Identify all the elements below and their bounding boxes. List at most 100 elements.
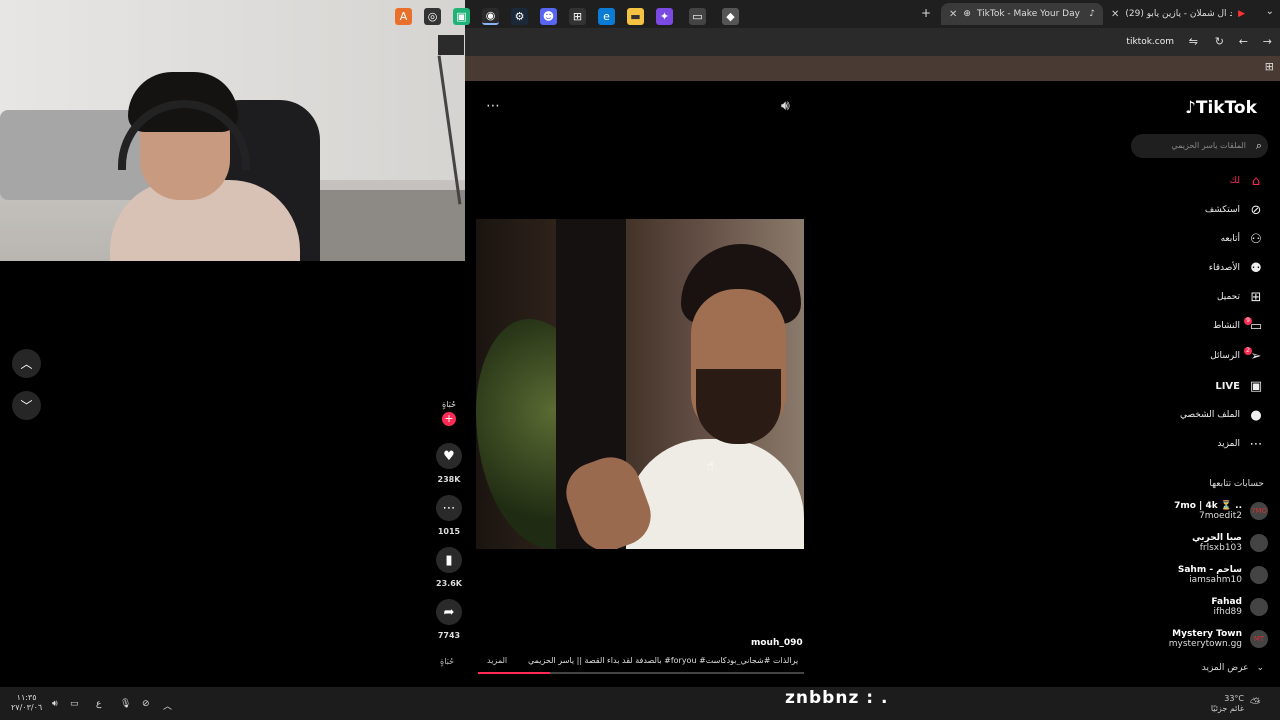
youtube-favicon-icon: ▶ <box>1238 9 1245 19</box>
muted-icon[interactable]: ⊘ <box>142 699 150 709</box>
following-title: حسابات تتابعها <box>1209 479 1264 489</box>
avatar[interactable] <box>1250 598 1268 616</box>
chevron-down-icon: ⌄ <box>1256 663 1264 673</box>
follow-plus-icon[interactable]: + <box>442 412 456 426</box>
video-username[interactable]: mouh_090 <box>751 638 803 648</box>
edge-icon[interactable]: e <box>598 8 615 25</box>
avatar[interactable]: 7MO <box>1250 502 1268 520</box>
sidebar-item-1[interactable]: استكشف ⊘ <box>1205 200 1264 220</box>
following-account[interactable]: صبا الحربي frlsxb103 <box>1192 533 1268 553</box>
app-icon-3[interactable]: ▣ <box>453 8 470 25</box>
back-icon[interactable]: ← <box>1239 35 1248 48</box>
following-account[interactable]: 7mo | 4k ⏳ .. 7moedit2 7MO <box>1174 501 1268 521</box>
following-account[interactable]: Sahm - ساحم iamsahm10 <box>1178 565 1268 585</box>
sidebar-item-6[interactable]: الرسائل ➢ 2 <box>1210 346 1264 366</box>
share-count: 7743 <box>437 631 461 640</box>
more-options-icon[interactable]: ⋯ <box>486 98 500 114</box>
sidebar-item-5[interactable]: النشاط ▭ 9 <box>1213 316 1264 336</box>
share-icon[interactable]: ➦ <box>436 599 462 625</box>
account-name: Fahad <box>1211 597 1242 607</box>
sidebar-item-label: أتابعه <box>1220 234 1240 244</box>
next-video-button[interactable]: ﹀ <box>12 391 41 420</box>
app-icon-1[interactable]: A <box>395 8 412 25</box>
comment-icon[interactable]: ⋯ <box>436 495 462 521</box>
sidebar-item-3[interactable]: الأصدقاء ⚉ <box>1209 258 1264 278</box>
following-account[interactable]: Mystery Town mysterytown.gg MT <box>1169 629 1268 649</box>
app-window-icon[interactable]: ▭ <box>689 8 706 25</box>
site-settings-icon[interactable]: ⇋ <box>1189 35 1198 48</box>
following-account[interactable]: Fahad ifhd89 <box>1211 597 1268 617</box>
sidebar-item-4[interactable]: تحميل ⊞ <box>1217 287 1264 307</box>
speaker-icon[interactable]: 🔊︎ <box>52 699 58 709</box>
search-icon[interactable]: ⌕ <box>1256 134 1262 158</box>
music-label[interactable]: حُبَاةٍ <box>440 657 454 666</box>
sidebar-icon: ⚉ <box>1250 260 1262 276</box>
weather-widget[interactable]: 33°C غائم جزئيًا <box>1211 694 1244 714</box>
previous-video-button[interactable]: ︿ <box>12 349 41 378</box>
logo-text: TikTok <box>1195 98 1257 118</box>
tab-list-chevron-icon[interactable]: ⌄ <box>1266 6 1274 17</box>
avatar[interactable] <box>1250 566 1268 584</box>
author-avatar[interactable]: حُبَاةٍ + <box>436 400 462 426</box>
comment-count: 1015 <box>437 527 461 536</box>
close-icon[interactable]: ✕ <box>949 9 957 20</box>
sidebar-icon: ⊘ <box>1250 202 1262 218</box>
tab-youtube[interactable]: ✕ (29) احمد ال شملان - يازين يابو ▶ <box>1103 3 1253 25</box>
tiktok-logo[interactable]: ♪TikTok <box>1185 98 1257 118</box>
close-icon[interactable]: ✕ <box>1111 9 1119 20</box>
reload-icon[interactable]: ↻ <box>1215 35 1224 48</box>
discord-icon[interactable]: ☻ <box>540 8 557 25</box>
new-tab-button[interactable]: + <box>921 6 931 20</box>
caption-more-link[interactable]: المزيد <box>487 656 507 665</box>
forward-icon[interactable]: → <box>1263 35 1272 48</box>
app-bird-icon[interactable]: ◆ <box>722 8 739 25</box>
store-icon[interactable]: ⊞ <box>569 8 586 25</box>
comment-action[interactable]: ⋯ 1015 <box>436 495 462 536</box>
sidebar-item-7[interactable]: LIVE ▣ <box>1215 376 1264 396</box>
taskbar-clock[interactable]: ١١:٣٥ ٢٧/٠٣/٠٦ <box>11 693 42 713</box>
video-caption: بالصدفة لقد بداء القصة || ياسر الحزيمي #… <box>528 656 798 665</box>
network-icon[interactable]: ▭ <box>70 699 79 709</box>
webcam-overlay <box>0 0 465 261</box>
sidebar-item-0[interactable]: لك ⌂ <box>1230 171 1264 191</box>
search-input[interactable]: الملقات ياسر الحزيمي ⌕ <box>1131 134 1268 158</box>
author-label: حُبَاةٍ <box>442 400 456 409</box>
avatar[interactable]: MT <box>1250 630 1268 648</box>
chrome-icon[interactable]: ◉ <box>482 8 499 25</box>
url-text[interactable]: tiktok.com <box>1126 37 1174 47</box>
sidebar-item-9[interactable]: المزيد ⋯ <box>1217 434 1264 454</box>
sidebar-item-8[interactable]: الملف الشخصي ● <box>1180 405 1264 425</box>
sidebar-item-2[interactable]: أتابعه ⚇ <box>1221 229 1264 249</box>
account-names: 7mo | 4k ⏳ .. 7moedit2 <box>1174 501 1242 521</box>
sidebar-icon: ▭ 9 <box>1244 316 1264 334</box>
video-player[interactable] <box>476 219 804 549</box>
microphone-icon[interactable]: 🎙︎ <box>120 699 131 709</box>
tray-chevron-up-icon[interactable]: ︿ <box>163 699 172 712</box>
account-handle: iamsahm10 <box>1189 575 1242 585</box>
copilot-icon[interactable]: ✦ <box>656 8 673 25</box>
notification-badge: 2 <box>1244 346 1252 355</box>
heart-icon[interactable]: ♥ <box>436 443 462 469</box>
apps-grid-icon[interactable]: ⊞ <box>1265 60 1274 73</box>
steam-icon[interactable]: ⚙ <box>511 8 528 25</box>
tab-tiktok[interactable]: ✕ ⊕ TikTok - Make Your Day ♪ <box>941 3 1103 25</box>
video-person-beard <box>696 369 781 444</box>
input-language-icon[interactable]: ع <box>96 699 101 709</box>
video-progress-bar[interactable] <box>478 672 804 674</box>
like-action[interactable]: ♥ 238K <box>436 443 462 484</box>
tiktok-favicon-icon: ♪ <box>1089 9 1095 19</box>
avatar[interactable] <box>1250 534 1268 552</box>
save-action[interactable]: ▮ 23.6K <box>436 547 462 588</box>
video-progress-fill <box>478 672 550 674</box>
windows-taskbar <box>0 687 1280 720</box>
save-count: 23.6K <box>436 579 462 588</box>
volume-icon[interactable]: 🔊︎ <box>781 98 790 114</box>
app-icon-2[interactable]: ◎ <box>424 8 441 25</box>
share-action[interactable]: ➦ 7743 <box>436 599 462 640</box>
bookmark-icon[interactable]: ▮ <box>436 547 462 573</box>
file-explorer-icon[interactable]: ▬ <box>627 8 644 25</box>
account-name: Sahm - ساحم <box>1177 565 1242 575</box>
show-more-button[interactable]: عرض المزيد ⌄ <box>1202 663 1264 673</box>
account-name: Mystery Town <box>1172 629 1242 639</box>
extension-bar: ⊞ <box>465 56 1280 81</box>
